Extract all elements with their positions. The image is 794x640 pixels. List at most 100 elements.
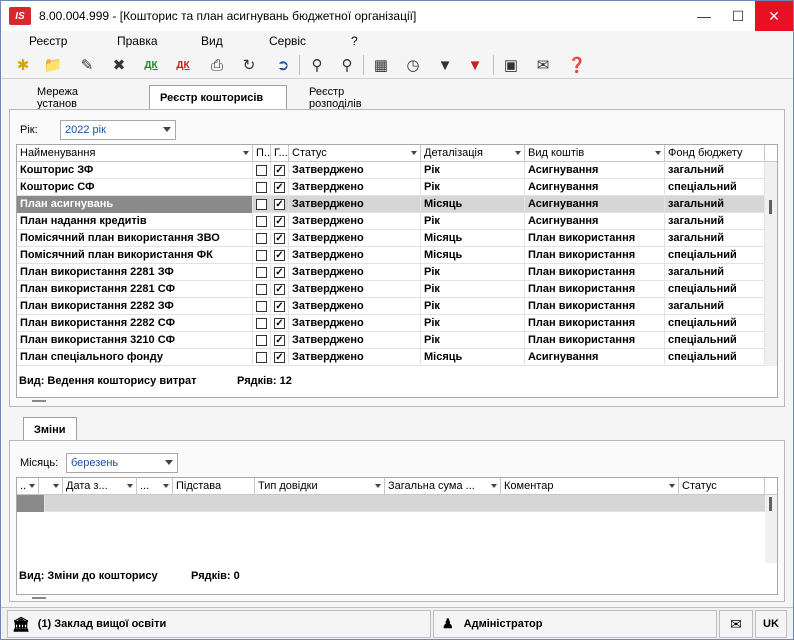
table-row[interactable]: Помісячний план використання ФК ✓ Затвердж… bbox=[17, 247, 765, 264]
table-row[interactable]: Помісячний план використання ЗВО ✓ Затверд… bbox=[17, 230, 765, 247]
checkbox-checked[interactable]: ✓ bbox=[274, 301, 285, 312]
year-select[interactable]: 2022 рік bbox=[60, 120, 176, 140]
checkbox-cell[interactable]: ✓ bbox=[271, 162, 289, 179]
checkbox-cell[interactable] bbox=[253, 179, 271, 196]
col-detail[interactable]: Деталізація bbox=[421, 145, 525, 162]
checkbox-cell[interactable]: ✓ bbox=[271, 230, 289, 247]
checkbox-cell[interactable] bbox=[253, 349, 271, 366]
checkbox-checked[interactable]: ✓ bbox=[274, 165, 285, 176]
col-blank[interactable] bbox=[39, 478, 63, 495]
col-kind[interactable]: Вид коштів bbox=[525, 145, 665, 162]
checkbox-checked[interactable]: ✓ bbox=[274, 284, 285, 295]
col-ellipsis[interactable]: ... bbox=[137, 478, 173, 495]
table-row[interactable]: План використання 3210 СФ ✓ Затверджено Рік… bbox=[17, 332, 765, 349]
dk-red-icon[interactable]: ДК bbox=[171, 53, 195, 77]
checkbox-cell[interactable] bbox=[253, 162, 271, 179]
checkbox-checked[interactable]: ✓ bbox=[274, 335, 285, 346]
vertical-scrollbar[interactable] bbox=[765, 162, 777, 366]
table-row[interactable]: План використання 2282 ЗФ ✓ Затверджено Рік… bbox=[17, 298, 765, 315]
checkbox-cell[interactable] bbox=[253, 196, 271, 213]
checkbox-checked[interactable]: ✓ bbox=[274, 199, 285, 210]
table-row[interactable]: План використання 2282 СФ ✓ Затверджено Рік… bbox=[17, 315, 765, 332]
menu-registry[interactable]: Реєстр bbox=[29, 34, 67, 48]
close-button[interactable]: ✕ bbox=[755, 1, 793, 31]
tab-distributions[interactable]: Реєстр розподілів bbox=[299, 86, 372, 110]
col-name[interactable]: Найменування bbox=[17, 145, 253, 162]
menu-service[interactable]: Сервіс bbox=[269, 34, 306, 48]
menu-edit[interactable]: Правка bbox=[117, 34, 158, 48]
dk-green-icon[interactable]: ДК bbox=[139, 53, 163, 77]
col-total-sum[interactable]: Загальна сума ... bbox=[385, 478, 501, 495]
open-folder-icon[interactable]: 📁 bbox=[41, 53, 65, 77]
table-row[interactable]: План спеціального фонду ✓ Затверджено Місяц… bbox=[17, 349, 765, 366]
mail-icon[interactable]: ✉ bbox=[531, 53, 555, 77]
maximize-button[interactable]: ☐ bbox=[721, 1, 755, 31]
calendar-clock-icon[interactable]: ◷ bbox=[401, 53, 425, 77]
checkbox-cell[interactable]: ✓ bbox=[271, 298, 289, 315]
checkbox-checked[interactable]: ✓ bbox=[274, 352, 285, 363]
col-date[interactable]: Дата з... bbox=[63, 478, 137, 495]
checkbox-cell[interactable] bbox=[253, 264, 271, 281]
vertical-scrollbar[interactable] bbox=[765, 495, 777, 563]
exit-icon[interactable]: ➲ bbox=[271, 53, 295, 77]
print-icon[interactable]: ⎙ bbox=[205, 53, 229, 77]
checkbox-cell[interactable]: ✓ bbox=[271, 213, 289, 230]
checkbox-cell[interactable]: ✓ bbox=[271, 349, 289, 366]
table-row[interactable]: План надання кредитів ✓ Затверджено Рік Асиг… bbox=[17, 213, 765, 230]
checkbox-cell[interactable]: ✓ bbox=[271, 179, 289, 196]
delete-icon[interactable]: ✖ bbox=[107, 53, 131, 77]
tab-network[interactable]: Мережа установ bbox=[27, 86, 88, 110]
checkbox-cell[interactable]: ✓ bbox=[271, 247, 289, 264]
edit-icon[interactable]: ✎ bbox=[75, 53, 99, 77]
table-row[interactable]: План використання 2281 ЗФ ✓ Затверджено Рік… bbox=[17, 264, 765, 281]
panel-splitter[interactable] bbox=[32, 400, 46, 402]
col-basis[interactable]: Підстава bbox=[173, 478, 255, 495]
col-certificate-type[interactable]: Тип довідки bbox=[255, 478, 385, 495]
col-status[interactable]: Статус bbox=[679, 478, 765, 495]
checkbox-cell[interactable]: ✓ bbox=[271, 196, 289, 213]
checkbox-checked[interactable]: ✓ bbox=[274, 267, 285, 278]
checkbox-unchecked[interactable] bbox=[256, 284, 267, 295]
checkbox-cell[interactable] bbox=[253, 213, 271, 230]
col-fund[interactable]: Фонд бюджету bbox=[665, 145, 765, 162]
minimize-button[interactable]: — bbox=[687, 1, 721, 31]
col-g[interactable]: Г... bbox=[271, 145, 289, 162]
find-icon[interactable]: ⚲ bbox=[305, 53, 329, 77]
org-status[interactable]: 🏛 (1) Заклад вищої освіти bbox=[7, 610, 431, 638]
checkbox-unchecked[interactable] bbox=[256, 165, 267, 176]
language-indicator[interactable]: UK bbox=[755, 610, 787, 638]
checkbox-checked[interactable]: ✓ bbox=[274, 182, 285, 193]
table-row[interactable]: Кошторис СФ ✓ Затверджено Рік Асигнування спе… bbox=[17, 179, 765, 196]
checkbox-unchecked[interactable] bbox=[256, 335, 267, 346]
col-p[interactable]: П... bbox=[253, 145, 271, 162]
col-dots[interactable]: .. bbox=[17, 478, 39, 495]
scroll-thumb[interactable] bbox=[769, 200, 772, 214]
checkbox-unchecked[interactable] bbox=[256, 301, 267, 312]
checkbox-cell[interactable] bbox=[253, 332, 271, 349]
panel-splitter[interactable] bbox=[32, 597, 46, 599]
checkbox-cell[interactable]: ✓ bbox=[271, 315, 289, 332]
checkbox-checked[interactable]: ✓ bbox=[274, 250, 285, 261]
month-select[interactable]: березень bbox=[66, 453, 178, 473]
checkbox-cell[interactable] bbox=[253, 315, 271, 332]
refresh-icon[interactable]: ↻ bbox=[237, 53, 261, 77]
tab-estimates[interactable]: Реєстр кошторисів bbox=[149, 85, 287, 110]
doc-view-icon[interactable]: ▣ bbox=[499, 53, 523, 77]
checkbox-unchecked[interactable] bbox=[256, 267, 267, 278]
checkbox-cell[interactable] bbox=[253, 298, 271, 315]
table-row[interactable]: План використання 2281 СФ ✓ Затверджено Рік… bbox=[17, 281, 765, 298]
menu-help[interactable]: ? bbox=[351, 34, 358, 48]
table-row[interactable]: План асигнувань ✓ Затверджено Місяць Асигнув… bbox=[17, 196, 765, 213]
checkbox-checked[interactable]: ✓ bbox=[274, 318, 285, 329]
col-comment[interactable]: Коментар bbox=[501, 478, 679, 495]
checkbox-cell[interactable] bbox=[253, 247, 271, 264]
table-row[interactable] bbox=[17, 495, 765, 512]
checkbox-unchecked[interactable] bbox=[256, 352, 267, 363]
checkbox-unchecked[interactable] bbox=[256, 216, 267, 227]
filter-icon[interactable]: ▼ bbox=[433, 53, 457, 77]
checkbox-cell[interactable]: ✓ bbox=[271, 264, 289, 281]
checkbox-cell[interactable]: ✓ bbox=[271, 332, 289, 349]
menu-view[interactable]: Вид bbox=[201, 34, 223, 48]
mail-icon[interactable]: ✉ bbox=[719, 610, 753, 638]
table-row[interactable]: Кошторис ЗФ ✓ Затверджено Рік Асигнування заг… bbox=[17, 162, 765, 179]
